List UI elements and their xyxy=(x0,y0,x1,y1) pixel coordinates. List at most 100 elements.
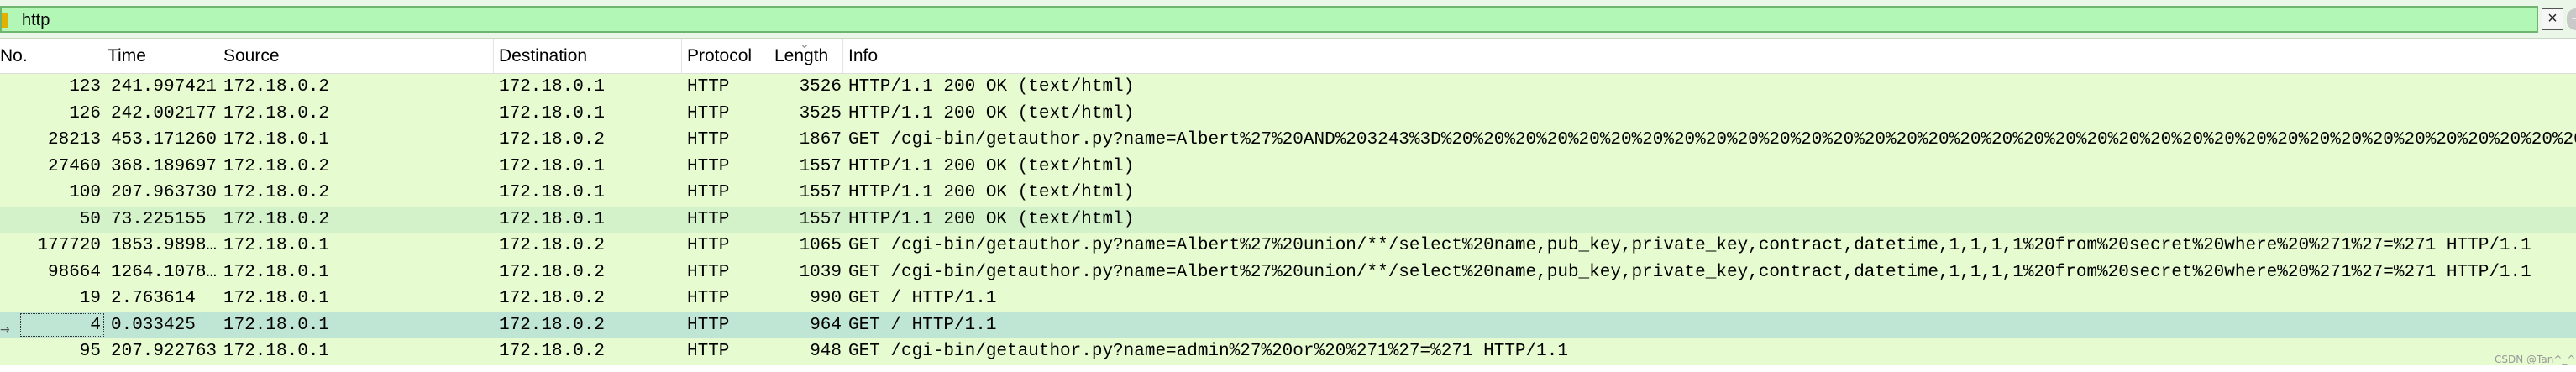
packet-row[interactable]: 50 73.225155 172.18.0.2 172.18.0.1 HTTP 1557 H… xyxy=(0,206,2576,233)
cell-destination: 172.18.0.1 xyxy=(499,156,606,176)
cell-protocol: HTTP xyxy=(687,342,730,361)
packet-row[interactable]: 123 241.997421 172.18.0.2 172.18.0.1 HTTP 352… xyxy=(0,74,2576,101)
cell-length: 1557 xyxy=(799,156,842,176)
column-header-destination[interactable]: Destination xyxy=(494,39,682,73)
cell-info: HTTP/1.1 200 OK (text/html) xyxy=(848,156,1135,176)
cell-info: GET /cgi-bin/getauthor.py?name=Albert%27… xyxy=(848,262,2531,282)
packet-row[interactable]: 27460 368.189697 172.18.0.2 172.18.0.1 HTTP 1… xyxy=(0,153,2576,180)
cell-destination: 172.18.0.1 xyxy=(499,103,606,123)
filter-text: http xyxy=(22,11,50,29)
clear-filter-button[interactable]: × xyxy=(2542,8,2563,30)
arrow-right-icon: → xyxy=(2569,10,2576,24)
display-filter-bar: http × → xyxy=(0,0,2576,39)
cell-time: 1264.1078… xyxy=(111,262,218,282)
cell-length: 1039 xyxy=(799,262,842,282)
cell-info: HTTP/1.1 200 OK (text/html) xyxy=(848,77,1135,97)
cell-length: 948 xyxy=(810,342,842,361)
packet-row[interactable]: 177720 1853.9898… 172.18.0.1 172.18.0.2 HTTP… xyxy=(0,233,2576,259)
cell-source: 172.18.0.1 xyxy=(223,289,330,308)
cell-time: 0.033425 xyxy=(111,315,196,335)
cell-destination: 172.18.0.2 xyxy=(499,236,606,255)
cell-time: 241.997421 xyxy=(111,77,218,97)
cell-protocol: HTTP xyxy=(687,130,730,149)
cell-no: 177720 xyxy=(37,236,101,255)
cell-length: 3526 xyxy=(799,77,842,97)
cell-destination: 172.18.0.1 xyxy=(499,183,606,202)
cell-protocol: HTTP xyxy=(687,103,730,123)
cell-destination: 172.18.0.1 xyxy=(499,77,606,97)
column-header-protocol[interactable]: Protocol xyxy=(682,39,769,73)
cell-source: 172.18.0.1 xyxy=(223,236,330,255)
cell-time: 242.002177 xyxy=(111,103,218,123)
cell-destination: 172.18.0.1 xyxy=(499,209,606,229)
packet-row[interactable]: 126 242.002177 172.18.0.2 172.18.0.1 HTTP 352… xyxy=(0,100,2576,127)
cell-destination: 172.18.0.2 xyxy=(499,315,606,335)
cell-length: 1065 xyxy=(799,236,842,255)
cell-protocol: HTTP xyxy=(687,77,730,97)
cell-no: 95 xyxy=(79,342,101,361)
cell-info: GET /cgi-bin/getauthor.py?name=Albert%27… xyxy=(848,236,2531,255)
watermark: CSDN @Tan^_^ xyxy=(2495,354,2576,365)
cell-length: 1867 xyxy=(799,130,842,149)
cell-destination: 172.18.0.2 xyxy=(499,262,606,282)
cell-no: 126 xyxy=(69,103,101,123)
cell-source: 172.18.0.2 xyxy=(223,156,330,176)
cell-source: 172.18.0.1 xyxy=(223,262,330,282)
cell-protocol: HTTP xyxy=(687,315,730,335)
cell-length: 3525 xyxy=(799,103,842,123)
packet-row[interactable]: 28213 453.171260 172.18.0.1 172.18.0.2 HTTP 1… xyxy=(0,127,2576,154)
cell-protocol: HTTP xyxy=(687,236,730,255)
cell-source: 172.18.0.1 xyxy=(223,342,330,361)
filter-bookmark-icon[interactable] xyxy=(2,13,8,28)
cell-source: 172.18.0.1 xyxy=(223,130,330,149)
sort-descending-icon: ⌄ xyxy=(800,37,810,50)
cell-source: 172.18.0.2 xyxy=(223,183,330,202)
cell-time: 453.171260 xyxy=(111,130,218,149)
cell-time: 368.189697 xyxy=(111,156,218,176)
cell-protocol: HTTP xyxy=(687,209,730,229)
packet-row[interactable]: 100 207.963730 172.18.0.2 172.18.0.1 HTTP 155… xyxy=(0,180,2576,207)
cell-length: 964 xyxy=(810,315,842,335)
cell-info: HTTP/1.1 200 OK (text/html) xyxy=(848,103,1135,123)
cell-time: 1853.9898… xyxy=(111,236,218,255)
column-header-source[interactable]: Source xyxy=(218,39,494,73)
cell-info: HTTP/1.1 200 OK (text/html) xyxy=(848,209,1135,229)
cell-no: 50 xyxy=(79,209,101,229)
cell-length: 1557 xyxy=(799,183,842,202)
selected-packet-arrow-icon: → xyxy=(0,322,10,337)
cell-source: 172.18.0.2 xyxy=(223,209,330,229)
cell-info: GET / HTTP/1.1 xyxy=(848,289,997,308)
cell-protocol: HTTP xyxy=(687,183,730,202)
packet-row[interactable]: 98664 1264.1078… 172.18.0.1 172.18.0.2 HTTP 1… xyxy=(0,259,2576,286)
column-header-time[interactable]: Time xyxy=(102,39,218,73)
cell-no: 19 xyxy=(79,289,101,308)
cell-destination: 172.18.0.2 xyxy=(499,289,606,308)
cell-source: 172.18.0.2 xyxy=(223,77,330,97)
cell-no: 28213 xyxy=(47,130,101,149)
packet-row[interactable]: 4 0.033425 172.18.0.1 172.18.0.2 HTTP 964 GET … xyxy=(0,312,2576,338)
packet-row[interactable]: 95 207.922763 172.18.0.1 172.18.0.2 HTTP 948 G… xyxy=(0,338,2576,365)
cell-time: 2.763614 xyxy=(111,289,196,308)
cell-length: 1557 xyxy=(799,209,842,229)
cell-no: 100 xyxy=(69,183,101,202)
focus-outline xyxy=(20,312,104,337)
packet-list-header: No. Time Source Destination Protocol Len… xyxy=(0,37,2576,74)
display-filter-input[interactable]: http xyxy=(0,6,2538,33)
cell-no: 27460 xyxy=(47,156,101,176)
cell-info: HTTP/1.1 200 OK (text/html) xyxy=(848,183,1135,202)
apply-filter-button[interactable]: → xyxy=(2567,8,2576,30)
cell-source: 172.18.0.2 xyxy=(223,103,330,123)
cell-no: 123 xyxy=(69,77,101,97)
cell-time: 73.225155 xyxy=(111,209,207,229)
packet-row[interactable]: 19 2.763614 172.18.0.1 172.18.0.2 HTTP 990 GET… xyxy=(0,286,2576,312)
column-header-no[interactable]: No. xyxy=(0,39,102,73)
cell-info: GET /cgi-bin/getauthor.py?name=Albert%27… xyxy=(848,130,2576,149)
packet-list: 123 241.997421 172.18.0.2 172.18.0.1 HTTP 352… xyxy=(0,74,2576,372)
cell-time: 207.922763 xyxy=(111,342,218,361)
cell-source: 172.18.0.1 xyxy=(223,315,330,335)
column-header-info[interactable]: Info xyxy=(843,39,2576,73)
cell-time: 207.963730 xyxy=(111,183,218,202)
cell-destination: 172.18.0.2 xyxy=(499,342,606,361)
cell-protocol: HTTP xyxy=(687,156,730,176)
cell-length: 990 xyxy=(810,289,842,308)
